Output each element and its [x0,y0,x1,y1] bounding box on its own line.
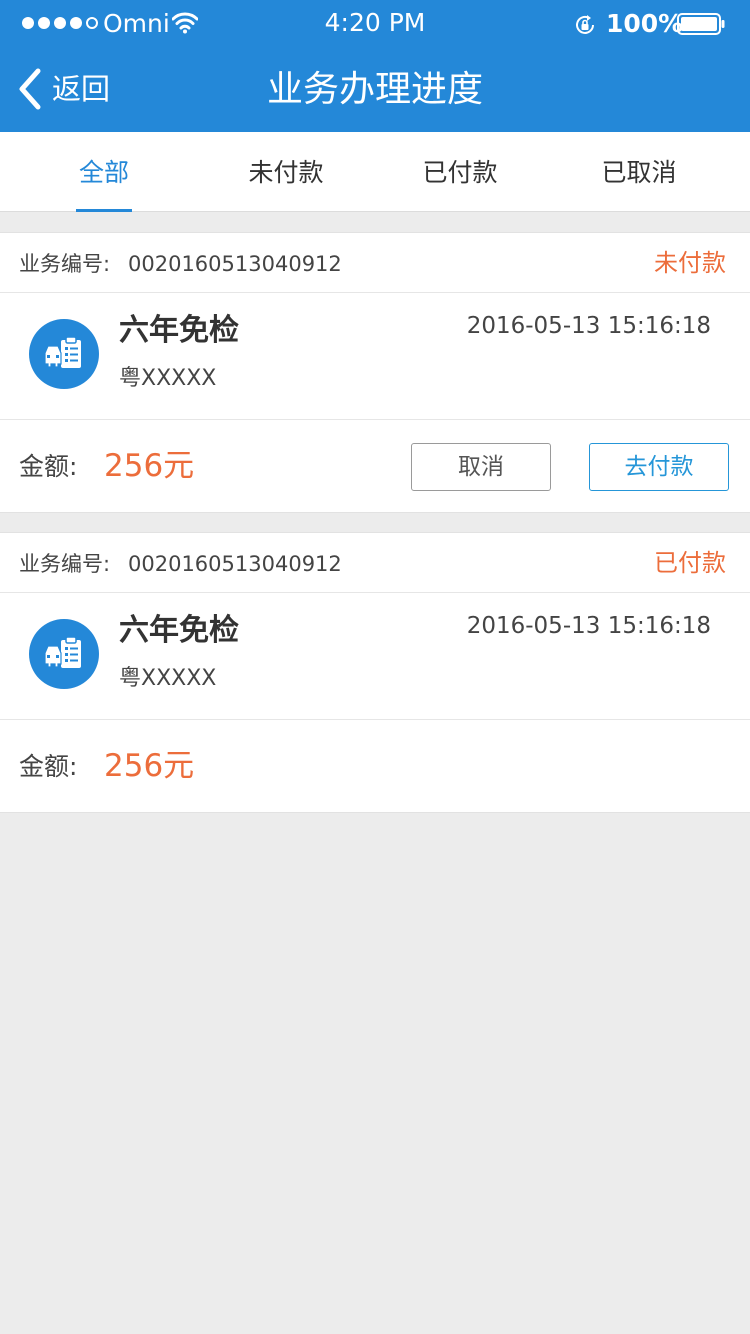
order-card-body: 六年免检 粤XXXXX 2016-05-13 15:16:18 [0,293,750,420]
car-clipboard-icon [29,619,99,689]
navigation-bar: 返回 业务办理进度 [0,46,750,132]
battery-percentage: 100% [606,9,684,38]
order-number: 0020160513040912 [128,252,342,276]
order-timestamp: 2016-05-13 15:16:18 [466,613,711,639]
order-card-footer: 金额: 256元 取消 去付款 [0,420,750,512]
page-title: 业务办理进度 [266,69,483,110]
amount-value: 256元 [104,448,195,484]
status-bar: Omni 4:20 PM 100% [0,0,750,46]
app-header: Omni 4:20 PM 100% 返回 业务办理进度 [0,0,750,132]
order-status-badge: 已付款 [654,549,726,577]
order-card-header: 业务编号: 0020160513040912 未付款 [0,233,750,293]
pay-button[interactable]: 去付款 [589,443,729,491]
active-tab-indicator [76,209,132,212]
order-card[interactable]: 业务编号: 0020160513040912 未付款 六年免检 粤XXXXX 2… [0,232,750,513]
order-card-footer: 金额: 256元 [0,720,750,812]
order-number-label: 业务编号: [19,252,111,276]
service-name: 六年免检 [119,613,239,648]
battery-icon [677,13,725,35]
tab-cancelled[interactable]: 已取消 [579,132,699,212]
license-plate: 粤XXXXX [119,666,217,691]
order-number-label: 业务编号: [19,552,111,576]
cancel-order-button[interactable]: 取消 [411,443,551,491]
status-tabs: 全部 未付款 已付款 已取消 [0,132,750,212]
order-card[interactable]: 业务编号: 0020160513040912 已付款 六年免检 粤XXXXX 2… [0,532,750,813]
tab-paid[interactable]: 已付款 [400,132,520,212]
order-card-header: 业务编号: 0020160513040912 已付款 [0,533,750,593]
order-number: 0020160513040912 [128,552,342,576]
tab-all[interactable]: 全部 [54,132,154,212]
service-name: 六年免检 [119,313,239,348]
license-plate: 粤XXXXX [119,366,217,391]
car-clipboard-icon [29,319,99,389]
amount-label: 金额: [19,452,78,481]
rotation-lock-icon [576,15,594,34]
amount-value: 256元 [104,748,195,784]
order-timestamp: 2016-05-13 15:16:18 [466,313,711,339]
order-card-body: 六年免检 粤XXXXX 2016-05-13 15:16:18 [0,593,750,720]
tab-unpaid[interactable]: 未付款 [226,132,346,212]
amount-label: 金额: [19,752,78,781]
order-status-badge: 未付款 [654,249,726,277]
